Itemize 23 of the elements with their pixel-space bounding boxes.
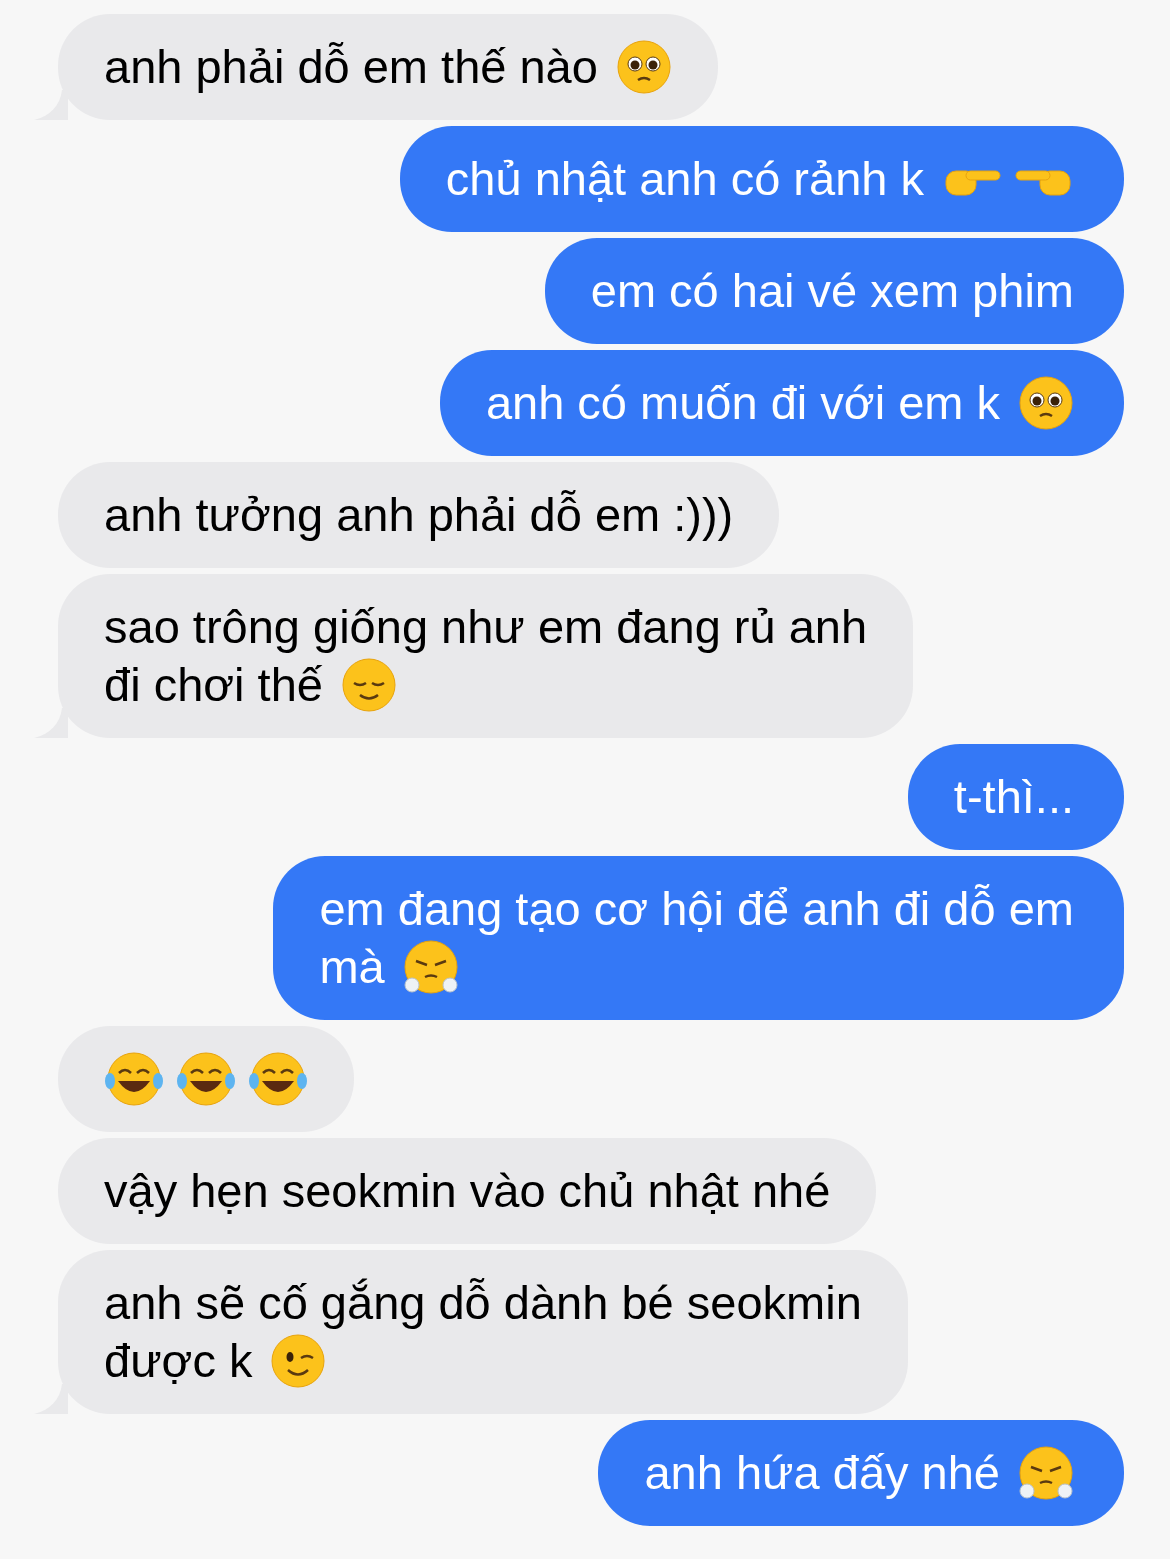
message-text: em có hai vé xem phim	[590, 263, 1074, 319]
message-text: anh sẽ cố gắng dỗ dành bé seokmin	[104, 1275, 862, 1331]
message-text: đi chơi thế	[104, 657, 323, 713]
winking-face-icon	[270, 1333, 327, 1389]
laughing-face-icon	[176, 1051, 236, 1107]
pleading-face-icon	[615, 39, 672, 95]
angry-face-icon	[402, 939, 459, 995]
message-text: được k	[104, 1333, 253, 1389]
message-text: mà	[319, 939, 385, 995]
message-text: em đang tạo cơ hội để anh đi dỗ em	[319, 881, 1074, 937]
message-text: chủ nhật anh có rảnh k	[445, 151, 924, 207]
message-text: anh hứa đấy nhé	[644, 1445, 1000, 1501]
message-text: vậy hẹn seokmin vào chủ nhật nhé	[104, 1163, 831, 1219]
angry-face-icon	[1018, 1445, 1074, 1501]
message-text: anh có muốn đi với em k	[485, 375, 1000, 431]
laughing-face-icon	[104, 1051, 164, 1107]
laughing-face-icon	[248, 1051, 308, 1107]
message-text: sao trông giống như em đang rủ anh	[104, 599, 868, 655]
message-text: anh phải dỗ em thế nào	[104, 39, 598, 95]
message-text: anh tưởng anh phải dỗ em :)))	[104, 487, 734, 543]
smiling-face-icon	[340, 657, 397, 713]
pleading-face-icon	[1018, 375, 1074, 431]
message-text: t-thì...	[953, 769, 1074, 825]
